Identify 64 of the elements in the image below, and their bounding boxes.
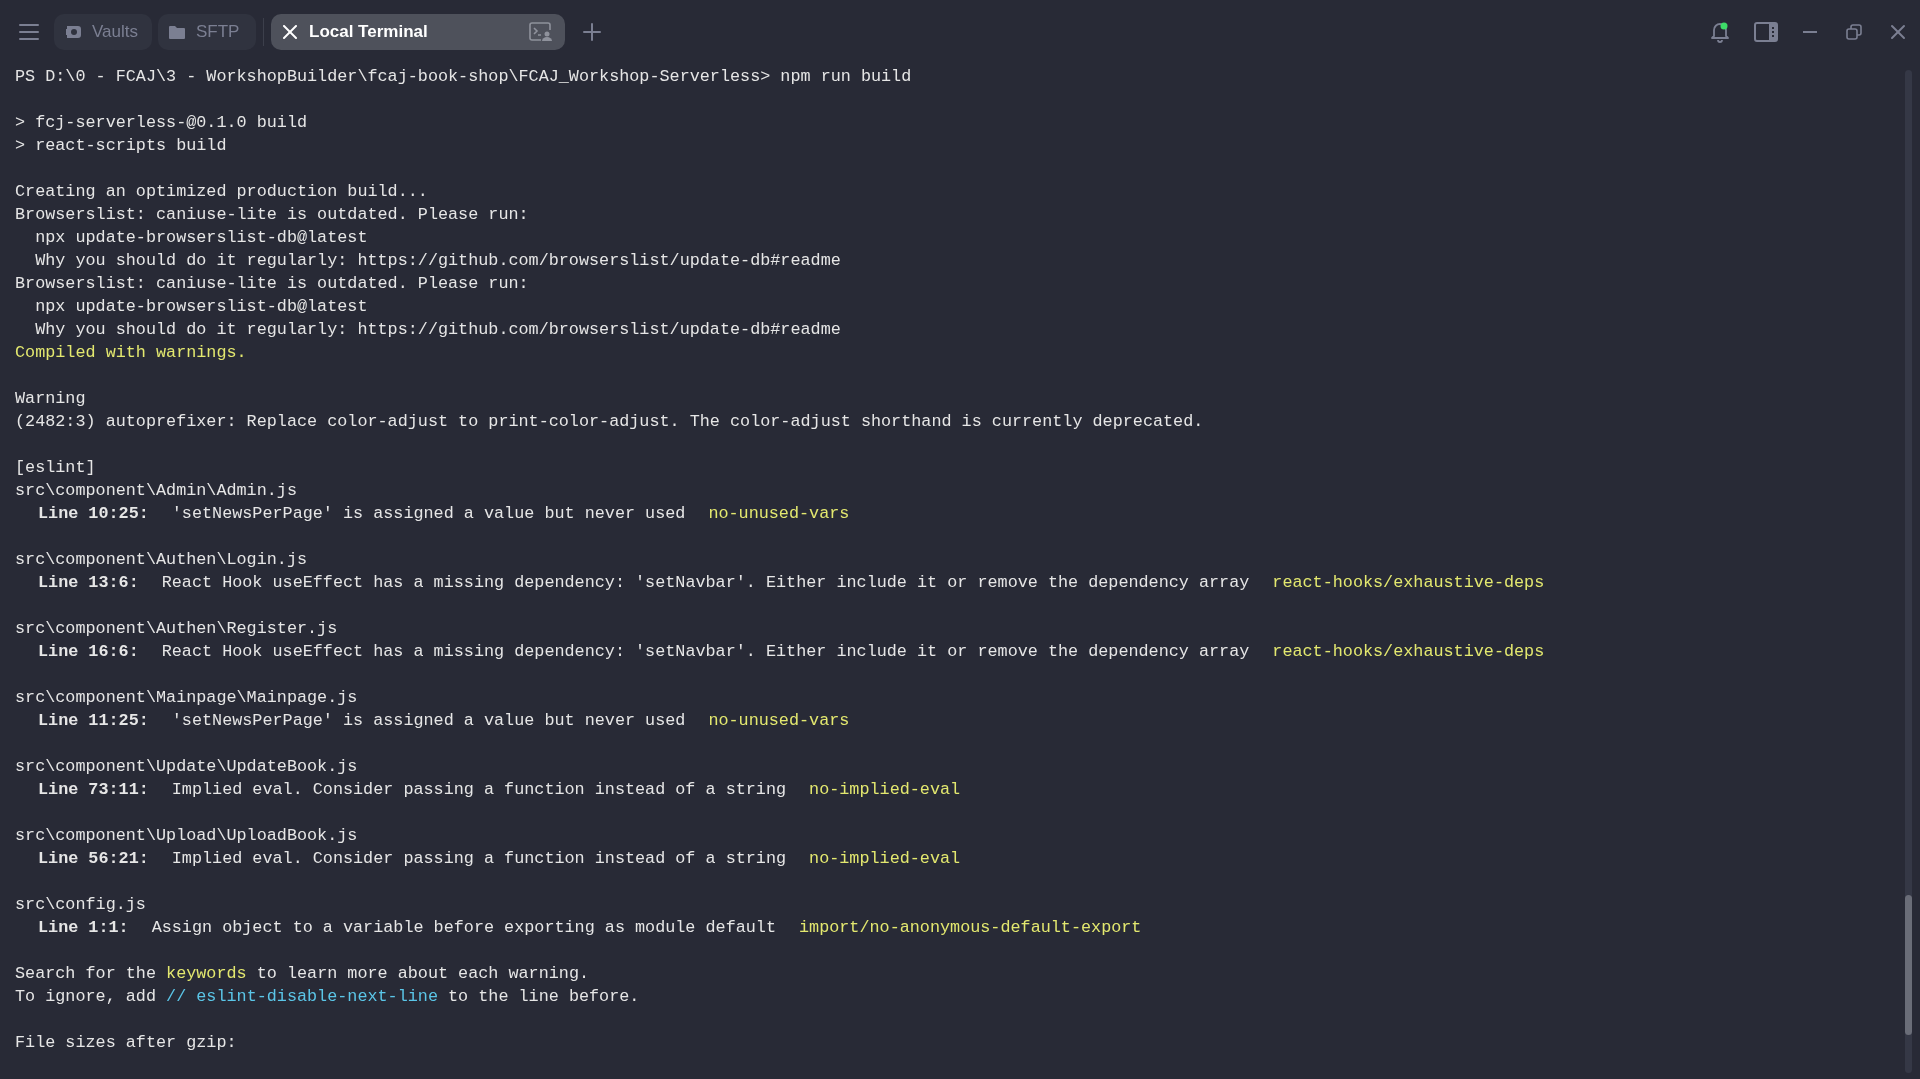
line-location: Line 11:25: xyxy=(38,710,149,732)
output-line: Why you should do it regularly: https://github.com/browserslist/update-db#readme xyxy=(34,319,841,341)
terminal-profile-icon[interactable] xyxy=(529,22,553,42)
menu-icon[interactable] xyxy=(18,23,40,41)
output-line: (2482:3) autoprefixer: Replace color-adjust to print-color-adjust. The color-adjust shorthand is currently deprecated. xyxy=(15,411,1204,433)
output-line: Warning xyxy=(15,388,86,410)
bell-icon[interactable] xyxy=(1710,21,1730,43)
output-line: Browserslist: caniuse-lite is outdated. Please run: xyxy=(15,273,529,295)
folder-icon xyxy=(168,24,186,40)
output-line: src\component\Mainpage\Mainpage.js xyxy=(15,687,358,709)
line-location: Line 1:1: xyxy=(38,917,129,939)
close-tab-icon[interactable] xyxy=(283,25,297,39)
lint-message: React Hook useEffect has a missing dependency: 'setNavbar'. Either include it or remove the dependency array xyxy=(161,572,1250,594)
tab[interactable]: Vaults xyxy=(54,14,152,50)
line-location: Line 13:6: xyxy=(38,572,139,594)
tab[interactable]: Local Terminal xyxy=(271,14,565,50)
line-location: Line 16:6: xyxy=(38,641,139,663)
lint-message: Implied eval. Consider passing a function instead of a string xyxy=(171,779,787,801)
side-panel-icon[interactable] xyxy=(1754,22,1778,42)
output-line: PS D:\0 - FCAJ\3 - WorkshopBuilder\fcaj-book-shop\FCAJ_Workshop-Serverless> npm run build xyxy=(15,66,912,88)
line-location: Line 73:11: xyxy=(38,779,149,801)
lint-rule: no-unused-vars xyxy=(708,710,850,732)
minimize-icon[interactable] xyxy=(1802,30,1818,34)
output-line: [eslint] xyxy=(15,457,96,479)
output-line: Browserslist: caniuse-lite is outdated. Please run: xyxy=(15,204,529,226)
output-line: npx update-browserslist-db@latest xyxy=(34,227,368,249)
lint-message: 'setNewsPerPage' is assigned a value but never used xyxy=(171,503,686,525)
lint-rule: react-hooks/exhaustive-deps xyxy=(1272,641,1545,663)
scrollbar-track[interactable] xyxy=(1905,70,1912,1073)
output-line: > fcj-serverless-@0.1.0 build xyxy=(15,112,308,134)
line-location: Line 10:25: xyxy=(38,503,149,525)
close-icon[interactable] xyxy=(1890,24,1906,40)
tab-label: SFTP xyxy=(196,21,240,44)
lint-rule: no-unused-vars xyxy=(708,503,850,525)
output-line: Search for the keywords to learn more about each warning. xyxy=(15,963,590,985)
output-line: > react-scripts build xyxy=(15,135,227,157)
output-line: src\component\Authen\Login.js xyxy=(15,549,308,571)
lint-message: React Hook useEffect has a missing dependency: 'setNavbar'. Either include it or remove the dependency array xyxy=(161,641,1250,663)
output-line: File sizes after gzip: xyxy=(15,1032,237,1054)
line-location: Line 56:21: xyxy=(38,848,149,870)
output-line: npx update-browserslist-db@latest xyxy=(34,296,368,318)
lint-message: 'setNewsPerPage' is assigned a value but never used xyxy=(171,710,686,732)
output-line: To ignore, add // eslint-disable-next-line to the line before. xyxy=(15,986,640,1008)
output-line: src\component\Update\UpdateBook.js xyxy=(15,756,358,778)
add-tab-icon[interactable] xyxy=(583,23,601,41)
output-line: Why you should do it regularly: https://github.com/browserslist/update-db#readme xyxy=(34,250,841,272)
output-line: src\component\Admin\Admin.js xyxy=(15,480,297,502)
tab-label: Vaults xyxy=(92,21,138,44)
lint-rule: no-implied-eval xyxy=(809,848,961,870)
output-line: src\config.js xyxy=(15,894,146,916)
lint-message: Implied eval. Consider passing a function instead of a string xyxy=(171,848,787,870)
output-line: src\component\Upload\UploadBook.js xyxy=(15,825,358,847)
restore-icon[interactable] xyxy=(1846,24,1862,40)
output-line: src\component\Authen\Register.js xyxy=(15,618,338,640)
tab-label: Local Terminal xyxy=(309,21,429,44)
tab[interactable]: SFTP xyxy=(158,14,256,50)
lint-message: Assign object to a variable before exporting as module default xyxy=(151,917,776,939)
lint-rule: no-implied-eval xyxy=(809,779,961,801)
output-line: Compiled with warnings. xyxy=(15,342,247,364)
vault-icon xyxy=(64,24,82,40)
lint-rule: react-hooks/exhaustive-deps xyxy=(1272,572,1545,594)
output-line: Creating an optimized production build... xyxy=(15,181,428,203)
scrollbar-thumb[interactable] xyxy=(1905,895,1912,1035)
lint-rule: import/no-anonymous-default-export xyxy=(799,917,1142,939)
